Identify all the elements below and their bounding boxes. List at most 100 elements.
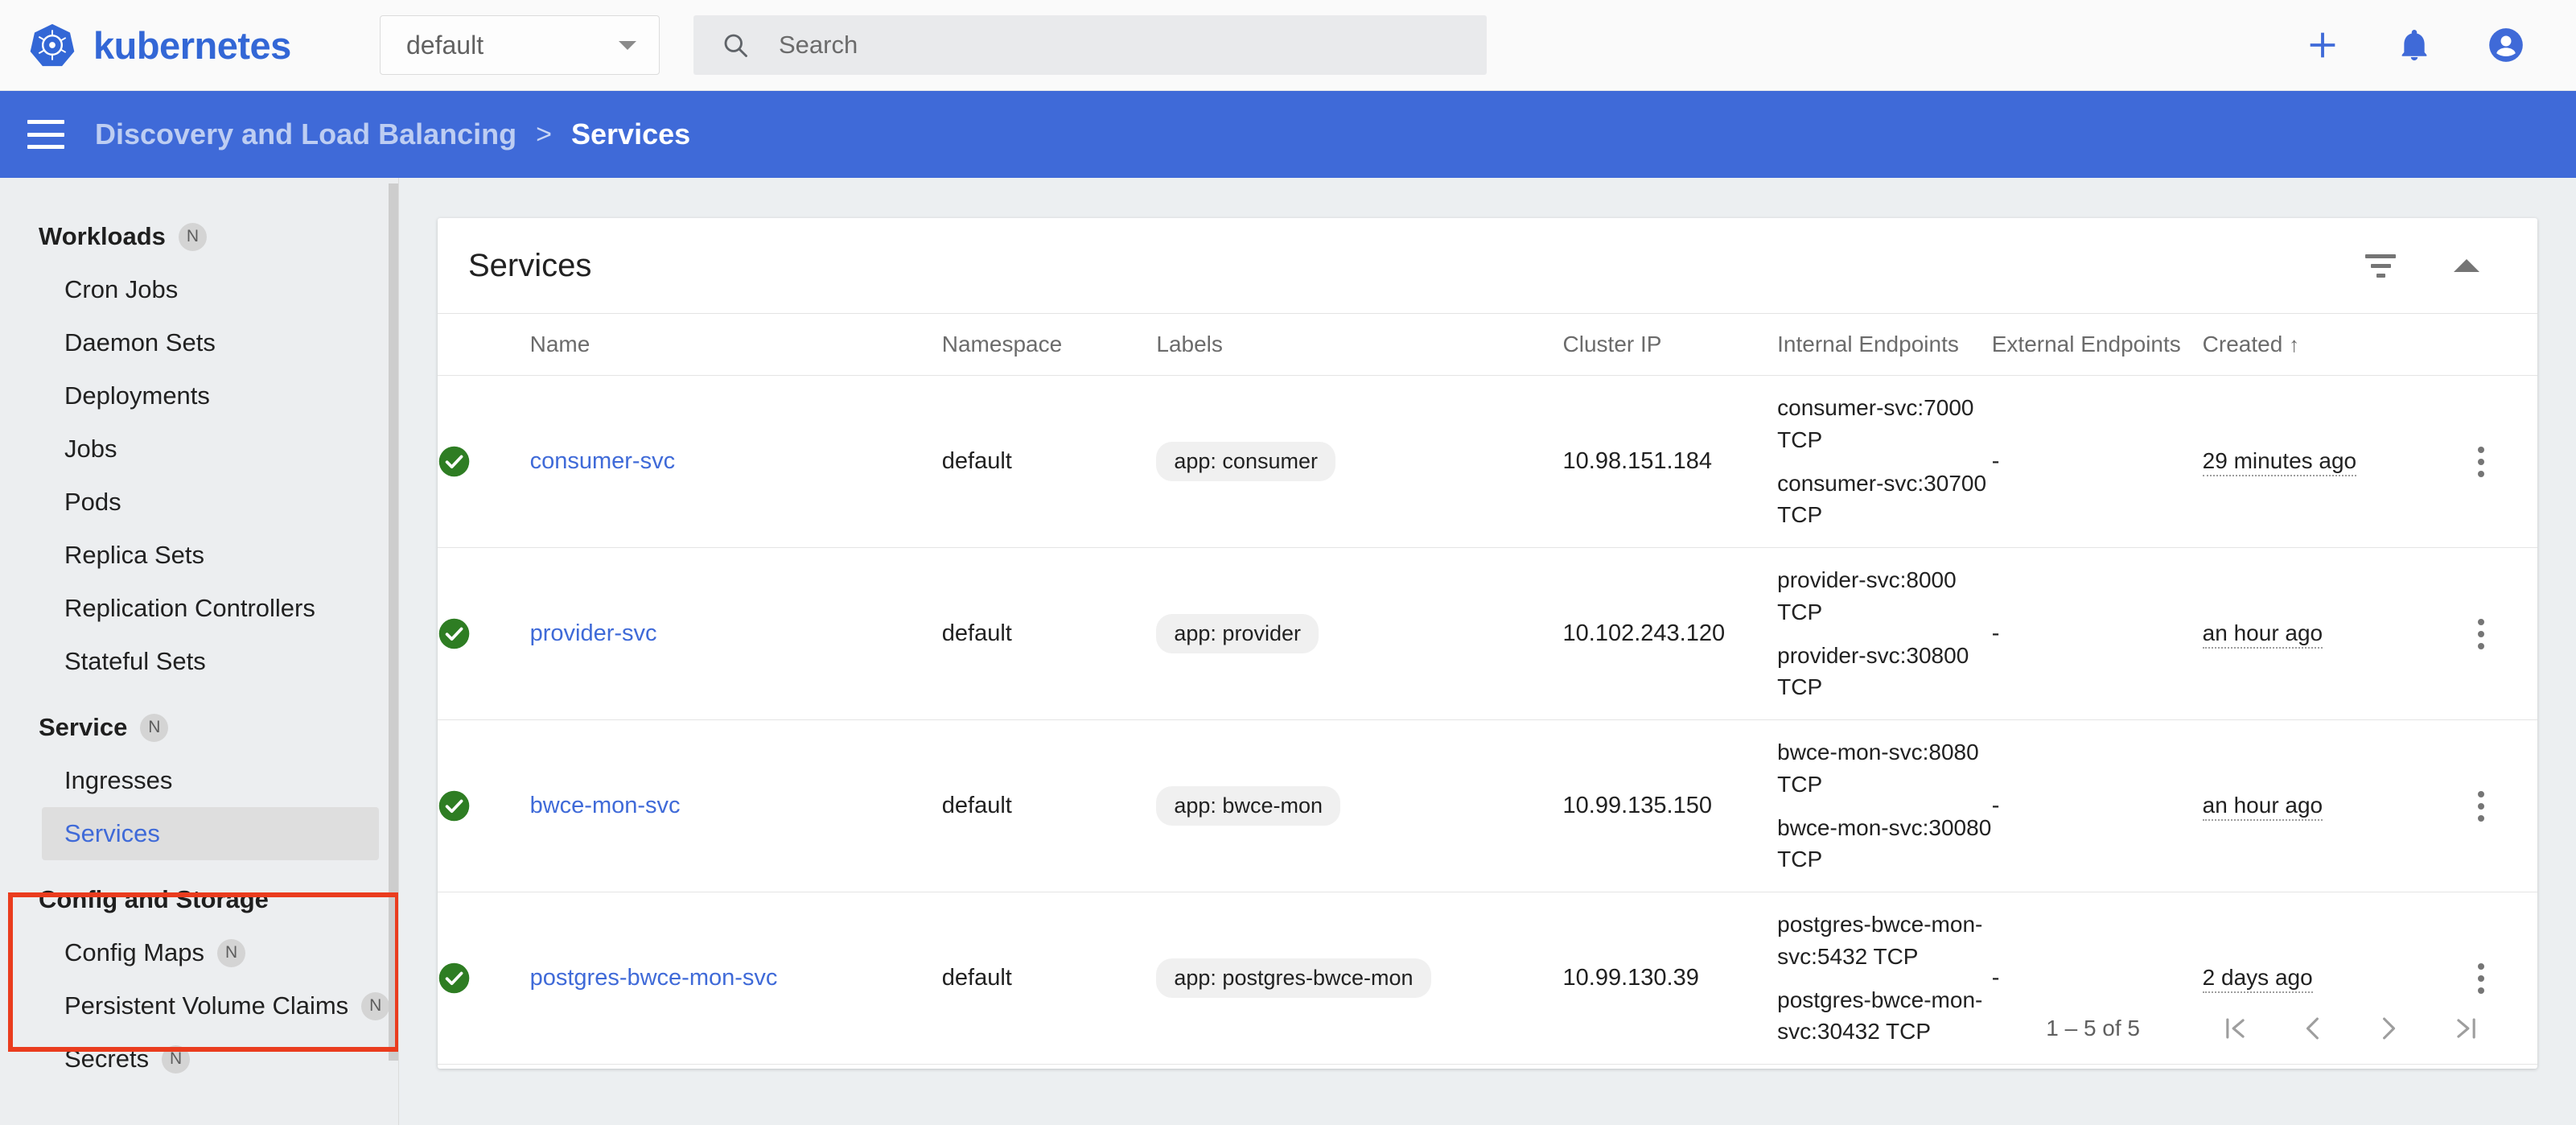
- cell-actions: [2424, 719, 2537, 892]
- sidebar-nav: Workloads N Cron Jobs Daemon Sets Deployment…: [0, 178, 398, 1086]
- created-timestamp: an hour ago: [2202, 793, 2323, 821]
- sidebar: Workloads N Cron Jobs Daemon Sets Deployment…: [0, 178, 399, 1125]
- cell-status: [438, 375, 530, 548]
- sidebar-group-spacer: [0, 860, 398, 873]
- cell-namespace: default: [941, 547, 1157, 720]
- kebab-dot: [2477, 470, 2484, 477]
- sidebar-item-deployments[interactable]: Deployments: [0, 369, 398, 422]
- column-header-namespace[interactable]: Namespace: [941, 313, 1157, 376]
- sidebar-item-replication-controllers[interactable]: Replication Controllers: [0, 582, 398, 635]
- table-row[interactable]: bwce-mon-svc default app: bwce-mon 10.99.13…: [438, 719, 2537, 892]
- sidebar-item-label: Pods: [64, 488, 121, 516]
- search-input[interactable]: Search: [693, 15, 1487, 75]
- external-endpoints-value: -: [1991, 793, 2000, 818]
- external-endpoints-value: -: [1991, 620, 2000, 646]
- sidebar-item-label: Config Maps: [64, 938, 205, 966]
- sidebar-group-config-and-storage[interactable]: Config and Storage: [0, 873, 398, 926]
- menu-toggle-button[interactable]: [27, 120, 64, 149]
- sidebar-item-secrets[interactable]: Secrets N: [0, 1032, 398, 1086]
- card-header-actions: [2365, 253, 2479, 278]
- last-page-button[interactable]: [2428, 990, 2505, 1067]
- service-name-link[interactable]: provider-svc: [530, 620, 657, 646]
- label-chip: app: provider: [1156, 614, 1319, 653]
- sidebar-item-label: Secrets: [64, 1045, 150, 1073]
- sidebar-item-jobs[interactable]: Jobs: [0, 422, 398, 476]
- cell-external-endpoints: -: [1991, 547, 2203, 720]
- table-header-row: Name Namespace Labels Cluster IP Interna…: [438, 313, 2537, 376]
- label-chip: app: bwce-mon: [1156, 786, 1340, 826]
- sidebar-item-services[interactable]: Services: [42, 807, 379, 860]
- service-name-link[interactable]: consumer-svc: [530, 448, 676, 474]
- cell-actions: [2424, 375, 2537, 548]
- previous-page-button[interactable]: [2274, 990, 2351, 1067]
- endpoint-gap: [1777, 628, 1992, 640]
- endpoint-item: consumer-svc:30700 TCP: [1777, 470, 1987, 528]
- row-menu-icon[interactable]: [2425, 790, 2537, 822]
- notifications-button[interactable]: [2394, 25, 2434, 65]
- hamburger-line: [27, 120, 64, 124]
- cell-internal-endpoints: consumer-svc:7000 TCP consumer-svc:30700 …: [1777, 375, 1992, 548]
- filter-bar: [2376, 273, 2385, 278]
- service-name-link[interactable]: bwce-mon-svc: [530, 793, 681, 818]
- sidebar-item-ingresses[interactable]: Ingresses: [0, 754, 398, 807]
- add-button[interactable]: [2302, 25, 2343, 65]
- top-actions: [2302, 25, 2526, 65]
- plus-icon: [2310, 32, 2335, 58]
- sidebar-scrollbar[interactable]: [389, 183, 398, 1061]
- page-title: Services: [468, 247, 592, 283]
- filter-icon[interactable]: [2365, 253, 2396, 278]
- breadcrumb-bar: Discovery and Load Balancing > Services: [0, 91, 2576, 178]
- sidebar-item-daemon-sets[interactable]: Daemon Sets: [0, 316, 398, 369]
- endpoint-gap: [1777, 801, 1992, 812]
- column-header-created[interactable]: Created ↑: [2202, 313, 2425, 376]
- row-menu-icon[interactable]: [2425, 446, 2537, 477]
- chevron-right-icon: [2383, 1017, 2396, 1040]
- row-menu-icon[interactable]: [2425, 618, 2537, 649]
- next-page-button[interactable]: [2351, 990, 2428, 1067]
- sidebar-group-service[interactable]: Service N: [0, 701, 398, 754]
- account-button[interactable]: [2486, 25, 2526, 65]
- column-header-cluster-ip[interactable]: Cluster IP: [1562, 313, 1778, 376]
- endpoint-gap: [1777, 973, 1992, 984]
- cell-status: [438, 719, 530, 892]
- kebab-dot: [2477, 790, 2484, 797]
- breadcrumb-parent[interactable]: Discovery and Load Balancing: [95, 117, 516, 151]
- main-content: Services Name Namespace Labels Cluster I…: [399, 178, 2576, 1125]
- last-page-icon: [2457, 1018, 2475, 1039]
- sidebar-item-cron-jobs[interactable]: Cron Jobs: [0, 263, 398, 316]
- cell-actions: [2424, 547, 2537, 720]
- cell-namespace: default: [941, 375, 1157, 548]
- search-placeholder: Search: [779, 31, 858, 59]
- column-header-external-endpoints[interactable]: External Endpoints: [1991, 313, 2203, 376]
- table-row[interactable]: consumer-svc default app: consumer 10.98.15…: [438, 375, 2537, 548]
- sidebar-item-stateful-sets[interactable]: Stateful Sets: [0, 635, 398, 688]
- kebab-dot: [2477, 802, 2484, 810]
- sidebar-item-pods[interactable]: Pods: [0, 476, 398, 529]
- namespaced-badge: N: [217, 938, 246, 967]
- service-name-link[interactable]: postgres-bwce-mon-svc: [530, 965, 778, 991]
- cell-external-endpoints: -: [1991, 375, 2203, 548]
- endpoint-item: consumer-svc:7000 TCP: [1777, 395, 1974, 452]
- bell-icon: [2401, 30, 2427, 61]
- collapse-card-icon[interactable]: [2454, 259, 2479, 272]
- endpoint-item: bwce-mon-svc:30080 TCP: [1777, 814, 1992, 872]
- namespaced-badge: N: [178, 222, 207, 251]
- endpoint-item: bwce-mon-svc:8080 TCP: [1777, 740, 1979, 797]
- column-header-labels[interactable]: Labels: [1156, 313, 1563, 376]
- sidebar-group-workloads[interactable]: Workloads N: [0, 210, 398, 263]
- column-header-internal-endpoints[interactable]: Internal Endpoints: [1777, 313, 1992, 376]
- sidebar-group-label: Workloads: [39, 222, 166, 250]
- table-body: consumer-svc default app: consumer 10.98.15…: [438, 375, 2537, 1069]
- cell-labels: app: provider: [1156, 547, 1563, 720]
- first-page-button[interactable]: [2196, 990, 2274, 1067]
- kebab-dot: [2477, 446, 2484, 453]
- sidebar-item-config-maps[interactable]: Config Maps N: [0, 926, 398, 979]
- namespace-select[interactable]: default: [380, 15, 660, 75]
- sidebar-item-persistent-volume-claims[interactable]: Persistent Volume Claims N: [0, 979, 398, 1032]
- sidebar-item-label: Ingresses: [64, 766, 173, 794]
- brand[interactable]: kubernetes: [29, 22, 375, 68]
- table-row[interactable]: provider-svc default app: provider 10.102.2…: [438, 547, 2537, 720]
- column-header-name[interactable]: Name: [529, 313, 942, 376]
- sidebar-item-replica-sets[interactable]: Replica Sets: [0, 529, 398, 582]
- cell-namespace: default: [941, 719, 1157, 892]
